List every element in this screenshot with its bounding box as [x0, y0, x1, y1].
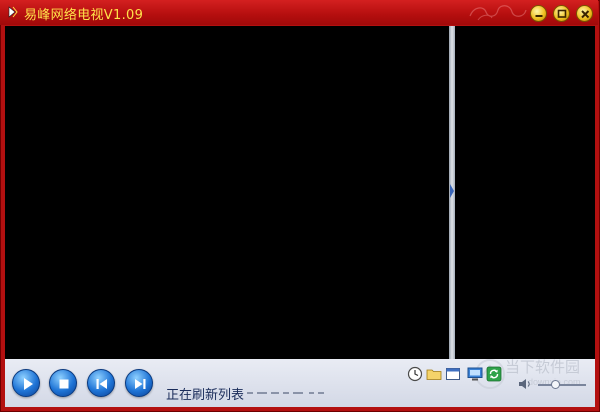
window-icon[interactable] [445, 366, 461, 382]
status-text: 正在刷新列表 [166, 388, 245, 403]
screen-icon[interactable] [467, 366, 483, 382]
maximize-icon [557, 9, 567, 18]
progress-indicator [247, 392, 324, 394]
minimize-icon [535, 15, 543, 17]
play-button[interactable] [12, 369, 40, 397]
title-bar[interactable]: 易峰网络电视V1.09 [0, 0, 598, 25]
volume-slider-track[interactable] [538, 384, 586, 386]
stop-icon [59, 379, 69, 389]
video-area[interactable] [5, 26, 449, 359]
cloud-ornament-icon [469, 5, 527, 21]
channel-list-panel[interactable] [455, 26, 595, 359]
watermark-text: 当下软件园 [505, 358, 581, 376]
minimize-button[interactable] [530, 5, 547, 22]
close-icon [581, 10, 590, 19]
previous-button[interactable] [87, 369, 115, 397]
clock-icon[interactable] [407, 366, 423, 382]
next-icon [135, 379, 146, 389]
play-icon [24, 378, 33, 390]
volume-slider-knob[interactable] [550, 380, 560, 389]
app-arrow-icon [8, 6, 18, 18]
close-button[interactable] [576, 5, 593, 22]
stop-button[interactable] [49, 369, 77, 397]
previous-icon [96, 379, 107, 389]
speaker-icon[interactable] [518, 378, 532, 390]
maximize-button[interactable] [553, 5, 570, 22]
splitter-arrow-icon[interactable] [450, 176, 454, 206]
refresh-icon[interactable] [486, 366, 502, 382]
next-button[interactable] [125, 369, 153, 397]
window-title: 易峰网络电视V1.09 [24, 8, 144, 23]
folder-icon[interactable] [426, 366, 442, 382]
